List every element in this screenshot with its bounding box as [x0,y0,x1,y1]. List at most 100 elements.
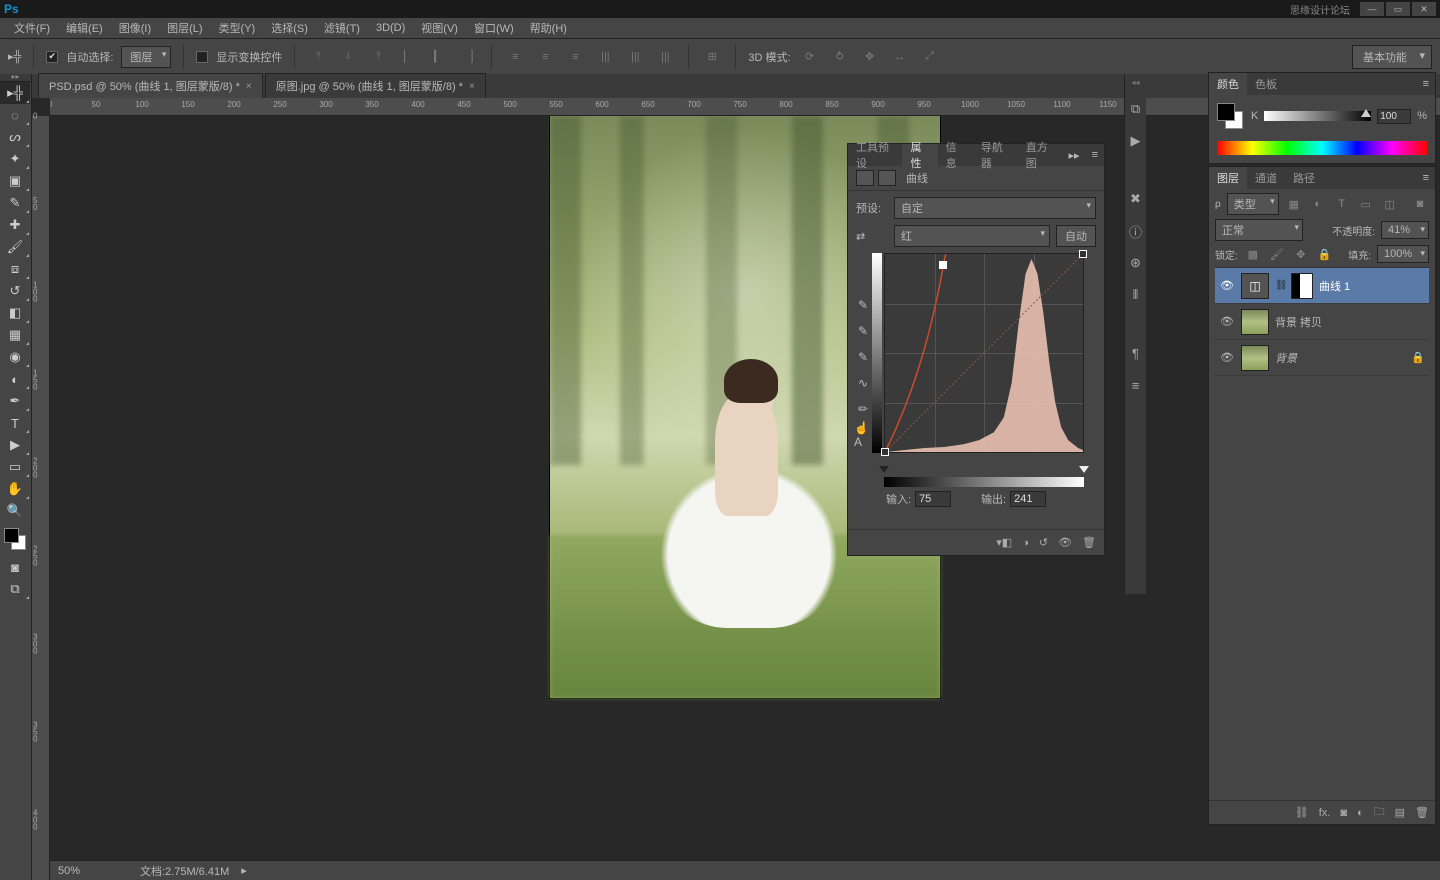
tab-navigator[interactable]: 导航器 [973,144,1018,166]
align-vcenter-icon[interactable]: ⫰ [337,46,359,68]
menu-view[interactable]: 视图(V) [413,20,466,36]
k-slider-track[interactable] [1264,111,1371,121]
curve-draw-tool-icon[interactable]: ✏ [854,401,872,417]
auto-button[interactable]: 自动 [1056,225,1096,247]
tab-layers[interactable]: 图层 [1209,167,1247,189]
delete-adjustment-icon[interactable]: 🗑 [1082,536,1096,549]
align-hcenter-icon[interactable]: ▎ [427,46,449,68]
info-icon[interactable]: ⓘ [1127,222,1145,240]
curves-editor[interactable] [884,253,1096,475]
gradient-tool[interactable]: ▦ [0,324,30,346]
hand-tool[interactable]: ✋ [0,478,30,500]
close-button[interactable]: ✕ [1412,2,1436,16]
tab-paths[interactable]: 路径 [1285,167,1323,189]
lock-pixels-icon[interactable]: 🖌 [1268,246,1286,262]
layer-style-icon[interactable]: fx. [1319,807,1331,819]
reset-icon[interactable]: ↺ [1039,536,1048,549]
distribute-icon-3[interactable]: ≡ [564,46,586,68]
screen-mode-toggle[interactable]: ⧉ [0,578,30,600]
layers-panel-menu-icon[interactable]: ≡ [1417,172,1435,184]
input-value[interactable] [915,491,951,507]
menu-3d[interactable]: 3D(D) [368,22,413,34]
history-brush-tool[interactable]: ↺ [0,280,30,302]
layer-name[interactable]: 背景 [1275,350,1405,366]
show-transform-checkbox[interactable] [196,51,208,63]
fill-value[interactable]: 100% [1377,245,1429,263]
filter-pixel-icon[interactable]: ▦ [1285,196,1303,212]
menu-type[interactable]: 类型(Y) [211,20,264,36]
tab-channels[interactable]: 通道 [1247,167,1285,189]
dodge-tool[interactable]: ◐ [0,368,30,390]
paragraph-icon[interactable]: ≡ [1127,376,1145,394]
tab-properties[interactable]: 属性 [902,144,937,166]
layer-filter-kind[interactable]: 类型 [1227,193,1279,215]
layer-thumb-adjustment[interactable]: ◫ [1241,273,1269,299]
tab-color[interactable]: 颜色 [1209,73,1247,95]
path-select-tool[interactable]: ▶ [0,434,30,456]
brush-preset-icon[interactable]: ✖ [1127,190,1145,208]
spectrum-ramp[interactable] [1217,141,1427,155]
layer-thumb[interactable] [1241,345,1269,371]
eyedropper-black-icon[interactable]: ✎ [854,297,872,313]
pen-tool[interactable]: ✒ [0,390,30,412]
layer-row-copy[interactable]: 👁 背景 拷贝 [1215,304,1429,340]
shadow-slider-handle[interactable] [879,466,889,473]
align-right-icon[interactable]: ▕ [457,46,479,68]
eyedropper-white-icon[interactable]: ✎ [854,349,872,365]
doc-tab-0[interactable]: PSD.psd @ 50% (曲线 1, 图层蒙版/8) *× [38,73,263,98]
mask-icon[interactable] [878,170,896,186]
menu-layer[interactable]: 图层(L) [159,20,210,36]
menu-filter[interactable]: 滤镜(T) [316,20,368,36]
eraser-tool[interactable]: ◧ [0,302,30,324]
lock-transparency-icon[interactable]: ▩ [1244,246,1262,262]
character-icon[interactable]: ¶ [1127,344,1145,362]
maximize-button[interactable]: ▭ [1386,2,1410,16]
opacity-value[interactable]: 41% [1381,221,1429,239]
marquee-tool[interactable]: ◌ [0,104,30,126]
brush-tool[interactable]: 🖌 [0,236,30,258]
layer-thumb[interactable] [1241,309,1269,335]
strip-handle[interactable]: ◂◂ [1125,78,1146,86]
tool-panel-handle[interactable]: ▸▸ [0,74,31,82]
distribute-icon-6[interactable]: ||| [654,46,676,68]
tab-histogram[interactable]: 直方图 [1018,144,1063,166]
quick-select-tool[interactable]: ✦ [0,148,30,170]
align-top-icon[interactable]: ⫯ [307,46,329,68]
filter-adjust-icon[interactable]: ◐ [1309,196,1327,212]
menu-help[interactable]: 帮助(H) [522,20,575,36]
align-bottom-icon[interactable]: ⫯ [367,46,389,68]
input-slider[interactable] [884,467,1084,475]
visibility-toggle[interactable]: 👁 [1219,279,1235,292]
delete-layer-icon[interactable]: 🗑 [1415,806,1429,819]
filter-smart-icon[interactable]: ◫ [1381,196,1399,212]
previous-state-icon[interactable]: ◑ [1022,537,1029,549]
auto-select-target[interactable]: 图层 [121,46,171,68]
crop-tool[interactable]: ▣ [0,170,30,192]
channel-icon[interactable]: ⇄ [856,230,888,243]
eyedropper-tool[interactable]: ✎ [0,192,30,214]
minimize-button[interactable]: — [1360,2,1384,16]
color-panel-menu-icon[interactable]: ≡ [1417,78,1435,90]
layer-mask-icon[interactable]: ◙ [1340,807,1347,819]
k-value[interactable] [1377,109,1411,124]
3d-zoom-icon[interactable]: ⤢ [919,46,941,68]
status-arrow-icon[interactable]: ▸ [241,864,247,877]
curve-point-mid[interactable] [939,261,947,269]
3d-pan-icon[interactable]: ✥ [859,46,881,68]
preset-select[interactable]: 自定 [894,197,1096,219]
link-layers-icon[interactable]: ⛓ [1295,806,1309,819]
layer-name[interactable]: 曲线 1 [1319,278,1425,294]
clip-to-layer-icon[interactable]: ▾◧ [996,536,1012,549]
doc-tab-1[interactable]: 原图.jpg @ 50% (曲线 1, 图层蒙版/8) *× [265,73,486,98]
filter-type-icon[interactable]: T [1333,196,1351,212]
layer-mask-thumb[interactable] [1291,273,1313,299]
3d-roll-icon[interactable]: ⥁ [829,46,851,68]
shape-tool[interactable]: ▭ [0,456,30,478]
ruler-vertical[interactable]: 05 01 0 01 5 02 0 02 5 03 0 03 5 04 0 0 [32,116,50,880]
tab-swatches[interactable]: 色板 [1247,73,1285,95]
new-layer-icon[interactable]: ▤ [1395,806,1405,819]
layer-name[interactable]: 背景 拷贝 [1275,314,1425,330]
visibility-toggle[interactable]: 👁 [1219,315,1235,328]
panel-menu-icon[interactable]: ≡ [1086,149,1104,161]
doc-size[interactable]: 文档:2.75M/6.41M [140,863,229,879]
